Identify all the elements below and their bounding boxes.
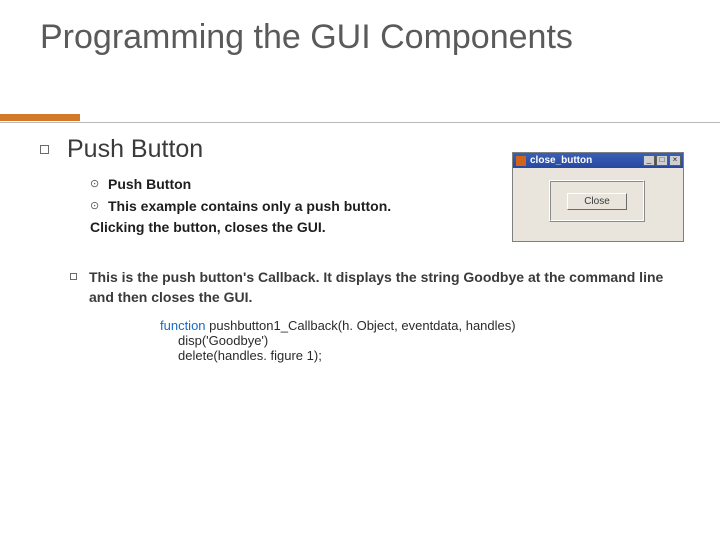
bullet-icon: ⊙ — [90, 174, 98, 194]
sub-item: Push Button — [108, 174, 191, 196]
code-line: delete(handles. figure 1); — [178, 348, 690, 363]
minimize-button[interactable]: _ — [643, 155, 655, 166]
matlab-icon — [516, 156, 526, 166]
code-block: function pushbutton1_Callback(h. Object,… — [160, 318, 690, 363]
code-signature: pushbutton1_Callback(h. Object, eventdat… — [206, 318, 516, 333]
close-button[interactable]: Close — [567, 193, 627, 210]
maximize-button[interactable]: □ — [656, 155, 668, 166]
sub-item: This example contains only a push button… — [108, 196, 391, 218]
figure-panel: Close — [549, 180, 645, 222]
code-keyword: function — [160, 318, 206, 333]
bullet-icon — [70, 273, 77, 280]
close-window-button[interactable]: × — [669, 155, 681, 166]
figure-window: close_button _ □ × Close — [512, 152, 684, 242]
section-heading: Push Button — [67, 135, 203, 164]
bullet-icon — [40, 145, 49, 154]
title-rule — [0, 108, 720, 123]
bullet-icon: ⊙ — [90, 196, 98, 216]
figure-title: close_button — [530, 155, 592, 166]
slide-title: Programming the GUI Components — [40, 18, 680, 57]
figure-titlebar: close_button _ □ × — [513, 153, 683, 168]
callback-description: This is the push button's Callback. It d… — [89, 267, 690, 308]
code-line: disp('Goodbye') — [178, 333, 690, 348]
